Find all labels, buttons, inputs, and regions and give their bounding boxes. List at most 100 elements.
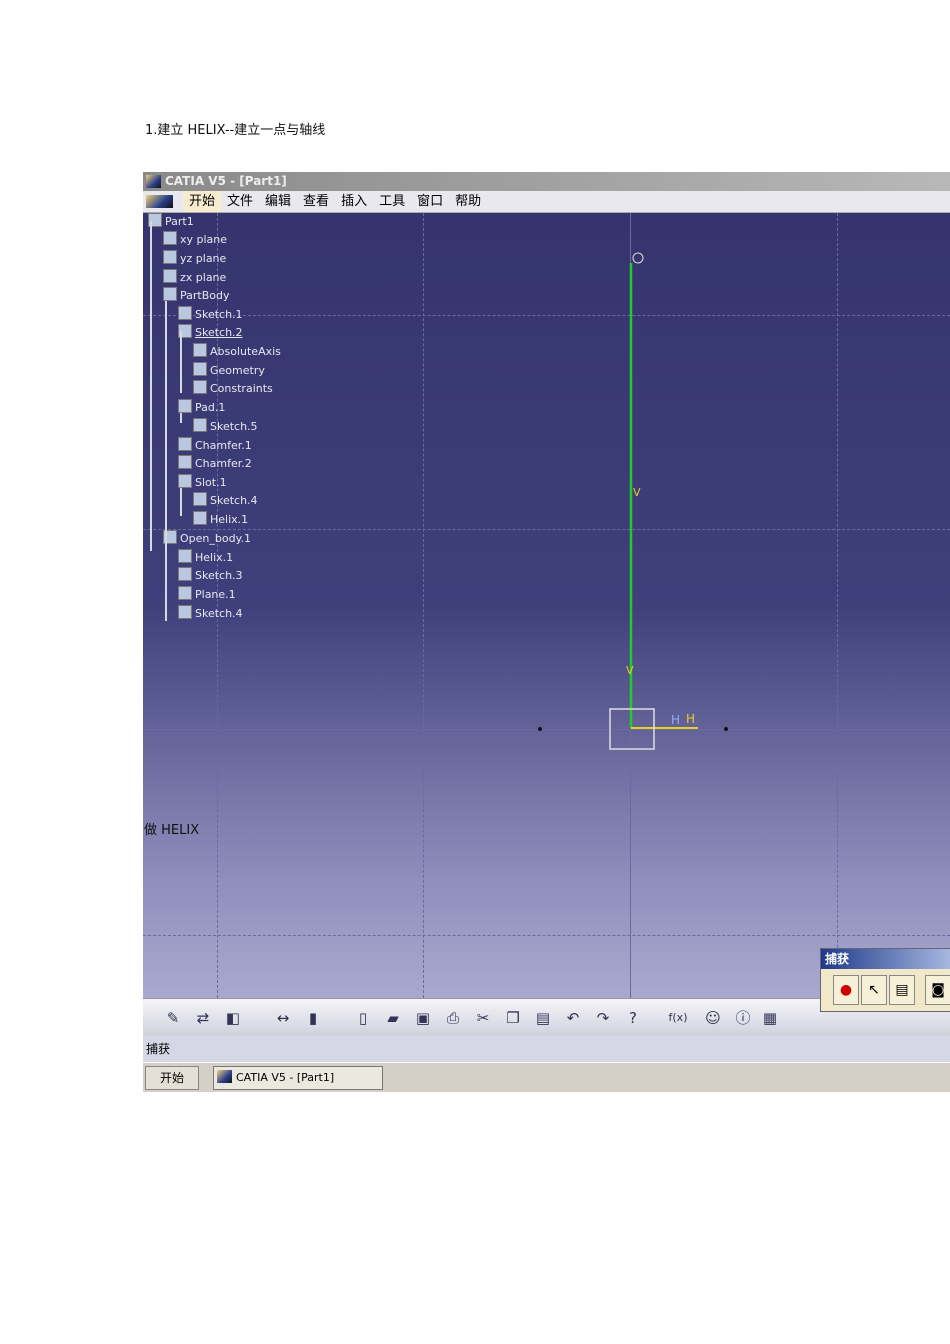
tree-node-label: AbsoluteAxis (210, 345, 281, 358)
knowledge-icon[interactable]: ⓘ (733, 1008, 753, 1028)
v-label: V (626, 664, 634, 677)
tree-node-label: Chamfer.2 (195, 457, 252, 470)
tree-node-label: yz plane (180, 252, 227, 265)
sketch-geometry: V V H H (538, 252, 728, 750)
3d-viewport[interactable]: V V H H Part1 xy plane yz plane zx plane Par… (143, 213, 950, 998)
menu-item[interactable]: 工具 (373, 191, 411, 212)
tree-node[interactable]: Chamfer.1 (178, 437, 252, 453)
origin-point (632, 252, 644, 264)
copy-icon[interactable]: ❐ (503, 1008, 523, 1028)
tree-node[interactable]: Sketch.4 (193, 492, 258, 508)
measure-icon[interactable]: ↔ (273, 1008, 293, 1028)
tree-node-icon (178, 474, 192, 488)
print-icon[interactable]: ⎙ (443, 1008, 463, 1028)
whats-this-icon[interactable]: ? (623, 1008, 643, 1028)
step-heading: 1.建立 HELIX--建立一点与轴线 (145, 123, 326, 138)
tree-node[interactable]: Sketch.5 (193, 418, 258, 434)
tree-node[interactable]: Sketch.2 (178, 324, 243, 340)
task-label: CATIA V5 - [Part1] (236, 1071, 335, 1084)
paste-icon[interactable]: ▤ (533, 1008, 553, 1028)
tree-node-label: zx plane (180, 271, 227, 284)
document-icon[interactable] (146, 195, 173, 208)
title-bar[interactable]: CATIA V5 - [Part1] (143, 172, 950, 191)
tree-node[interactable]: Sketch.1 (178, 306, 243, 322)
taskbar-item-catia[interactable]: CATIA V5 - [Part1] (213, 1066, 383, 1090)
tree-node-label: Helix.1 (210, 513, 249, 526)
tree-node-label: Sketch.4 (210, 494, 258, 507)
tree-node[interactable]: AbsoluteAxis (193, 343, 281, 359)
tree-node-icon (193, 380, 207, 394)
cut-icon[interactable]: ✂ (473, 1008, 493, 1028)
menu-item[interactable]: 文件 (221, 191, 259, 212)
comment-icon[interactable]: ☺ (703, 1008, 723, 1028)
h-label: H (671, 713, 680, 727)
tree-node-label: xy plane (180, 233, 228, 246)
tree-node-icon (163, 269, 177, 283)
catia-app-icon (146, 175, 161, 188)
select-icon[interactable]: ↖ (861, 975, 887, 1005)
undo-icon[interactable]: ↶ (563, 1008, 583, 1028)
catia-app-icon (217, 1070, 232, 1083)
tree-node-label: Sketch.2 (195, 326, 243, 339)
tree-node[interactable]: Constraints (193, 380, 273, 396)
tree-node-label: Pad.1 (195, 401, 226, 414)
tree-node-icon (163, 287, 177, 301)
camera-icon[interactable]: ◙ (925, 975, 950, 1005)
start-button[interactable]: 开始 (145, 1066, 199, 1090)
caption-text: 做 HELIX (144, 823, 200, 838)
tree-node-label: Chamfer.1 (195, 439, 252, 452)
menu-item[interactable]: 开始 (183, 191, 222, 212)
tree-node[interactable]: Helix.1 (193, 511, 248, 527)
tree-node-label: PartBody (180, 289, 230, 302)
status-bar: 捕获 (143, 1036, 950, 1062)
tree-node[interactable]: Sketch.4 (178, 605, 243, 621)
record-icon[interactable]: ● (833, 975, 859, 1005)
constraint-icon[interactable]: ⇄ (193, 1008, 213, 1028)
tree-node[interactable]: Part1 (148, 213, 194, 229)
h-label-2: H (686, 712, 695, 726)
tree-node-icon (163, 231, 177, 245)
album-icon[interactable]: ▤ (889, 975, 915, 1005)
tree-node-label: Sketch.5 (210, 420, 258, 433)
tree-node-icon (193, 362, 207, 376)
save-icon[interactable]: ▣ (413, 1008, 433, 1028)
tree-node-icon (178, 437, 192, 451)
v-label-mid: V (633, 486, 641, 499)
tree-node[interactable]: Slot.1 (178, 474, 227, 490)
capture-toolbar: 捕获 ● ↖ ▤ ◙ (820, 948, 950, 1012)
inertia-icon[interactable]: ▮ (303, 1008, 323, 1028)
table-icon[interactable]: ▦ (760, 1008, 780, 1028)
tree-node[interactable]: Geometry (193, 362, 265, 378)
document-page: 1.建立 HELIX--建立一点与轴线 CATIA V5 - [Part1] 开… (0, 0, 950, 1344)
menu-item[interactable]: 编辑 (259, 191, 297, 212)
tree-node[interactable]: Pad.1 (178, 399, 225, 415)
tree-node[interactable]: PartBody (163, 287, 229, 303)
tree-node[interactable]: Chamfer.2 (178, 455, 252, 471)
tree-node-label: Open_body.1 (180, 532, 252, 545)
tree-node[interactable]: zx plane (163, 269, 226, 285)
formula-icon[interactable]: f(x) (668, 1008, 688, 1028)
menu-item[interactable]: 插入 (335, 191, 373, 212)
catia-window: CATIA V5 - [Part1] 开始 文件 编辑 查看 插入 工具 窗口 帮助 V V … (143, 172, 950, 1092)
tree-node[interactable]: Helix.1 (178, 549, 233, 565)
sketcher-icon[interactable]: ✎ (163, 1008, 183, 1028)
tree-node[interactable]: Open_body.1 (163, 530, 251, 546)
tree-node-icon (178, 549, 192, 563)
redo-icon[interactable]: ↷ (593, 1008, 613, 1028)
tree-node[interactable]: Plane.1 (178, 586, 236, 602)
tree-node-icon (193, 492, 207, 506)
tree-node-icon (178, 306, 192, 320)
capture-title[interactable]: 捕获 (821, 949, 950, 969)
tree-node[interactable]: xy plane (163, 231, 227, 247)
tree-node-icon (178, 605, 192, 619)
tree-node-label: Helix.1 (195, 551, 234, 564)
menu-item[interactable]: 帮助 (449, 191, 487, 212)
new-icon[interactable]: ▯ (353, 1008, 373, 1028)
traffic-light-icon[interactable]: ◧ (223, 1008, 243, 1028)
menu-item[interactable]: 窗口 (411, 191, 449, 212)
tree-node[interactable]: Sketch.3 (178, 567, 243, 583)
tree-node[interactable]: yz plane (163, 250, 226, 266)
open-icon[interactable]: ▰ (383, 1008, 403, 1028)
tree-node-label: Slot.1 (195, 476, 227, 489)
menu-item[interactable]: 查看 (297, 191, 335, 212)
